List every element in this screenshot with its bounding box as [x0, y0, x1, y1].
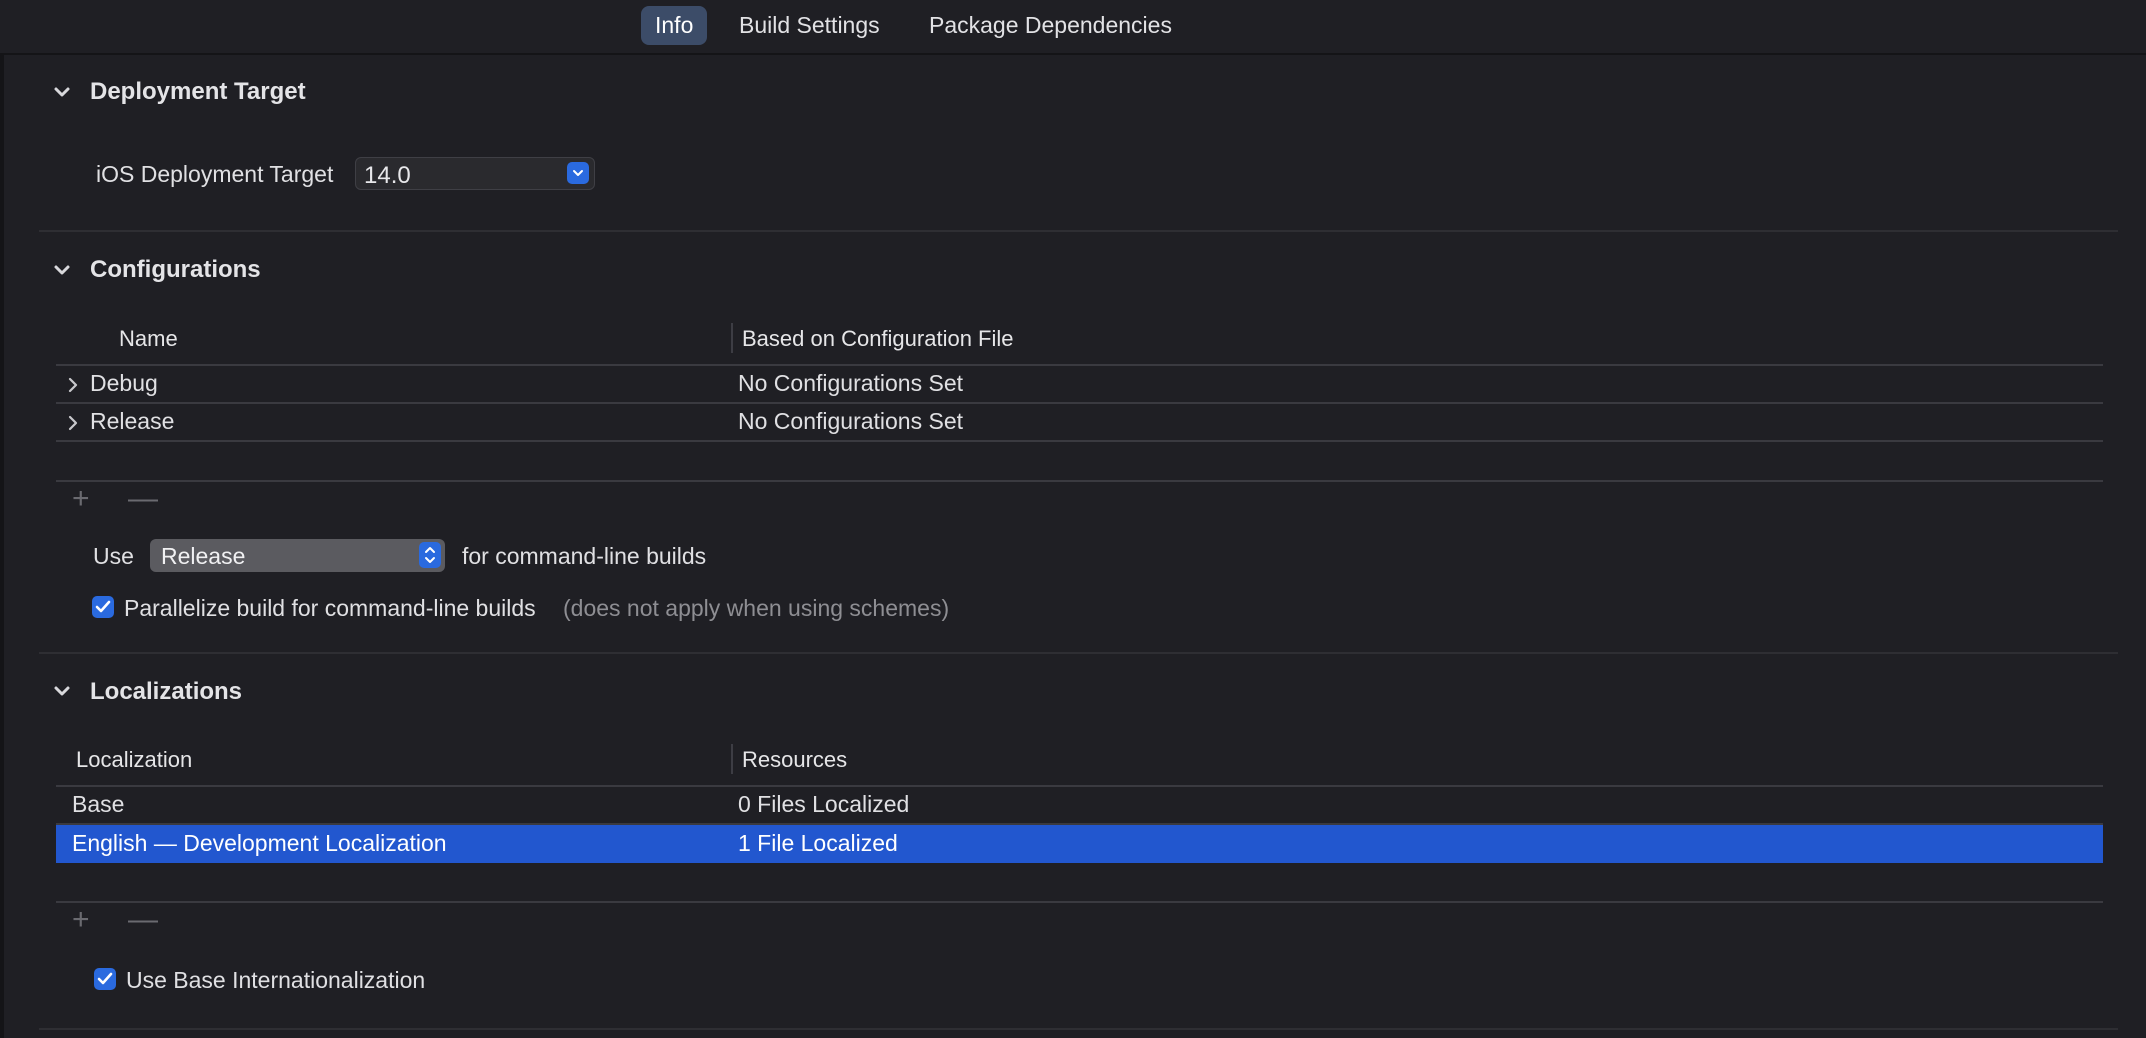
checkmark-icon — [95, 600, 111, 613]
table-divider — [56, 440, 2103, 442]
section-title-localizations: Localizations — [90, 678, 243, 705]
base-internationalization-label[interactable]: Use Base Internationalization — [126, 967, 425, 994]
column-header-resources[interactable]: Resources — [742, 747, 847, 773]
ios-deployment-target-combo[interactable]: 14.0 — [355, 157, 595, 190]
remove-localization-button[interactable]: — — [128, 905, 158, 935]
add-localization-button[interactable]: + — [72, 905, 90, 935]
tab-info[interactable]: Info — [641, 6, 708, 45]
up-down-chevron-icon[interactable] — [419, 542, 441, 568]
column-header-name[interactable]: Name — [119, 326, 178, 352]
table-divider — [56, 901, 2103, 903]
parallelize-checkbox[interactable] — [92, 596, 114, 618]
localization-resources: 1 File Localized — [738, 830, 898, 856]
parallelize-label[interactable]: Parallelize build for command-line build… — [124, 595, 536, 622]
section-divider — [39, 230, 2118, 232]
chevron-down-icon[interactable] — [567, 162, 589, 184]
table-row-selected[interactable]: English — Development Localization 1 Fil… — [56, 825, 2103, 863]
editor-tab-bar: Info Build Settings Package Dependencies — [0, 0, 2146, 55]
chevron-down-icon[interactable] — [47, 77, 77, 107]
sidebar-edge — [0, 54, 4, 1038]
remove-configuration-button[interactable]: — — [128, 484, 158, 514]
ios-deployment-target-label: iOS Deployment Target — [96, 161, 334, 187]
chevron-down-icon[interactable] — [47, 676, 77, 706]
localization-resources: 0 Files Localized — [738, 791, 910, 817]
localization-name: Base — [72, 791, 125, 817]
tab-build-settings[interactable]: Build Settings — [725, 6, 894, 45]
ios-deployment-target-value: 14.0 — [364, 162, 411, 189]
section-title-deployment: Deployment Target — [90, 78, 306, 105]
column-header-localization[interactable]: Localization — [76, 747, 192, 773]
section-title-configurations: Configurations — [90, 256, 261, 283]
config-file: No Configurations Set — [738, 370, 964, 396]
config-name: Release — [90, 408, 175, 434]
localization-name: English — Development Localization — [72, 830, 447, 856]
column-separator — [731, 744, 733, 774]
add-configuration-button[interactable]: + — [72, 484, 90, 514]
chevron-right-icon[interactable] — [63, 411, 83, 435]
config-name: Debug — [90, 370, 158, 396]
table-divider — [56, 480, 2103, 482]
use-label: Use — [93, 543, 134, 569]
section-divider — [39, 1028, 2118, 1030]
table-row[interactable]: Debug No Configurations Set — [56, 366, 2103, 403]
chevron-down-icon[interactable] — [47, 255, 77, 285]
command-line-config-value: Release — [161, 543, 246, 569]
tab-package-dependencies[interactable]: Package Dependencies — [915, 6, 1186, 45]
section-divider — [39, 652, 2118, 654]
chevron-right-icon[interactable] — [63, 373, 83, 397]
column-header-config-file[interactable]: Based on Configuration File — [742, 326, 1014, 352]
table-row[interactable]: Base 0 Files Localized — [56, 787, 2103, 824]
command-line-config-select[interactable]: Release — [150, 539, 445, 572]
parallelize-note: (does not apply when using schemes) — [563, 595, 950, 621]
column-separator — [731, 323, 733, 353]
checkmark-icon — [97, 972, 113, 985]
config-file: No Configurations Set — [738, 408, 964, 434]
use-suffix-label: for command-line builds — [462, 543, 707, 569]
table-row[interactable]: Release No Configurations Set — [56, 404, 2103, 441]
base-internationalization-checkbox[interactable] — [94, 968, 116, 990]
